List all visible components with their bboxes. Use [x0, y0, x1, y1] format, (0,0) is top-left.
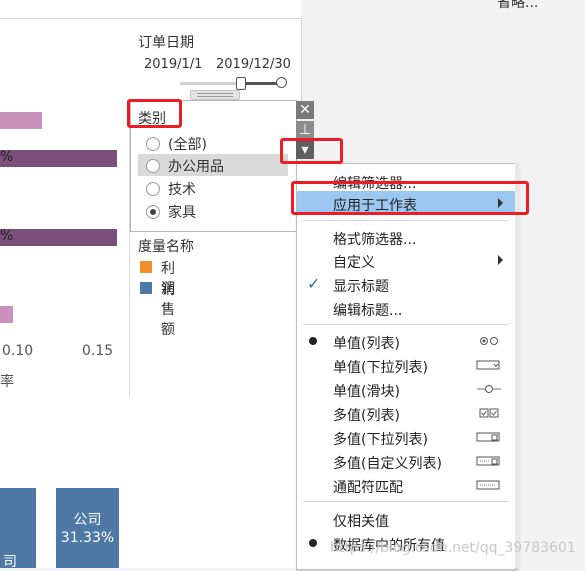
- legend-label: 销售额: [161, 282, 175, 338]
- chart-bar[interactable]: [0, 229, 117, 246]
- menu-item-multi-list[interactable]: 多值(列表): [297, 401, 515, 425]
- chart-bar[interactable]: [0, 306, 13, 323]
- annotation-box-apply-worksheets: [291, 181, 529, 215]
- menu-item-label: 显示标题: [333, 279, 389, 295]
- pin-icon[interactable]: ⊥: [296, 121, 314, 139]
- legend-swatch: [140, 282, 152, 294]
- watermark: https://blog.csdn.net/qq_39783601: [330, 540, 576, 556]
- custom-list-icon: [476, 456, 500, 466]
- filter-option-label: 办公用品: [168, 159, 224, 175]
- x-tick-label: 0.10: [2, 343, 34, 359]
- menu-item-multi-dropdown[interactable]: 多值(下拉列表): [297, 425, 515, 449]
- annotation-box-category-title: [127, 99, 182, 128]
- menu-item-single-dropdown[interactable]: 单值(下拉列表): [297, 353, 515, 377]
- checkbox-list-icon: [479, 408, 499, 418]
- menu-item-label: 单值(滑块): [333, 384, 400, 400]
- selected-dot-icon: [309, 337, 317, 345]
- menu-item-edit-title[interactable]: 编辑标题...: [297, 296, 515, 320]
- filter-option-tech[interactable]: 技术: [138, 177, 288, 199]
- menu-item-label: 仅相关值: [333, 514, 389, 530]
- x-axis-title-fragment: 率: [0, 374, 14, 390]
- filter-option-label: 家具: [168, 205, 196, 221]
- treemap-value: 31.33%: [60, 530, 115, 546]
- date-slider-end-handle[interactable]: [276, 77, 287, 88]
- checkmark-icon: ✓: [307, 274, 321, 293]
- menu-item-label: 自定义: [333, 255, 375, 271]
- filter-context-menu: 编辑筛选器... 应用于工作表 格式筛选器... 自定义 ✓ 显示标题 编辑标题…: [296, 163, 516, 570]
- radio-button[interactable]: [146, 137, 160, 151]
- menu-item-single-slider[interactable]: 单值(滑块): [297, 377, 515, 401]
- menu-item-single-list[interactable]: 单值(列表): [297, 329, 515, 353]
- menu-item-format-filter[interactable]: 格式筛选器...: [297, 225, 515, 249]
- menu-item-label: 通配符匹配: [333, 480, 403, 496]
- worksheet-top-divider: [0, 18, 301, 19]
- selected-dot-icon: [309, 539, 317, 547]
- chart-bar[interactable]: [0, 112, 42, 129]
- filter-option-all[interactable]: (全部): [138, 132, 288, 154]
- drag-grip-handle[interactable]: [190, 90, 240, 100]
- radio-button[interactable]: [146, 182, 160, 196]
- menu-separator: [303, 220, 509, 221]
- menu-item-wildcard[interactable]: 通配符匹配: [297, 473, 515, 497]
- menu-item-label: 多值(自定义列表): [333, 456, 442, 472]
- radio-list-icon: [480, 337, 498, 345]
- menu-item-relevant-only[interactable]: 仅相关值: [297, 507, 515, 531]
- date-range-end: 2019/12/30: [216, 57, 291, 72]
- close-icon[interactable]: ✕: [296, 101, 314, 119]
- radio-button[interactable]: [146, 159, 160, 173]
- date-filter-title: 订单日期: [138, 35, 194, 51]
- menu-item-label: 格式筛选器...: [333, 232, 417, 248]
- legend-title: 度量名称: [138, 239, 194, 255]
- chart-bar[interactable]: [0, 150, 117, 167]
- annotation-box-dropdown: [280, 138, 343, 164]
- header-fragment: 省略...: [497, 0, 539, 11]
- menu-item-label: 单值(下拉列表): [333, 360, 428, 376]
- dropdown-icon: [476, 360, 500, 370]
- menu-scroll-edge: [515, 163, 519, 568]
- radio-button-selected[interactable]: [146, 205, 160, 219]
- multi-dropdown-icon: [476, 432, 500, 442]
- legend-swatch: [140, 261, 152, 273]
- menu-item-label: 多值(列表): [333, 408, 400, 424]
- wildcard-icon: [476, 480, 500, 490]
- x-tick-label: 0.15: [82, 343, 114, 359]
- treemap-label-fragment: 司: [3, 554, 17, 570]
- slider-icon: [477, 385, 501, 393]
- submenu-arrow-icon: [498, 255, 503, 265]
- bar-percent-label: %: [0, 228, 14, 244]
- filter-option-furniture[interactable]: 家具: [138, 200, 288, 222]
- bar-percent-label: %: [0, 149, 14, 165]
- menu-item-label: 单值(列表): [333, 336, 400, 352]
- menu-separator: [303, 324, 509, 325]
- menu-item-multi-custom[interactable]: 多值(自定义列表): [297, 449, 515, 473]
- filter-option-label: 技术: [168, 182, 196, 198]
- menu-item-show-title[interactable]: ✓ 显示标题: [297, 272, 515, 296]
- menu-item-label: 多值(下拉列表): [333, 432, 428, 448]
- menu-item-label: 编辑标题...: [333, 303, 403, 319]
- filter-option-label: (全部): [168, 137, 207, 153]
- treemap-label: 公司: [73, 512, 102, 528]
- date-range-start: 2019/1/1: [144, 57, 203, 72]
- date-slider-start-handle[interactable]: [236, 77, 246, 90]
- menu-separator: [303, 501, 509, 502]
- menu-item-customize[interactable]: 自定义: [297, 248, 515, 272]
- filter-option-office[interactable]: 办公用品: [138, 154, 288, 176]
